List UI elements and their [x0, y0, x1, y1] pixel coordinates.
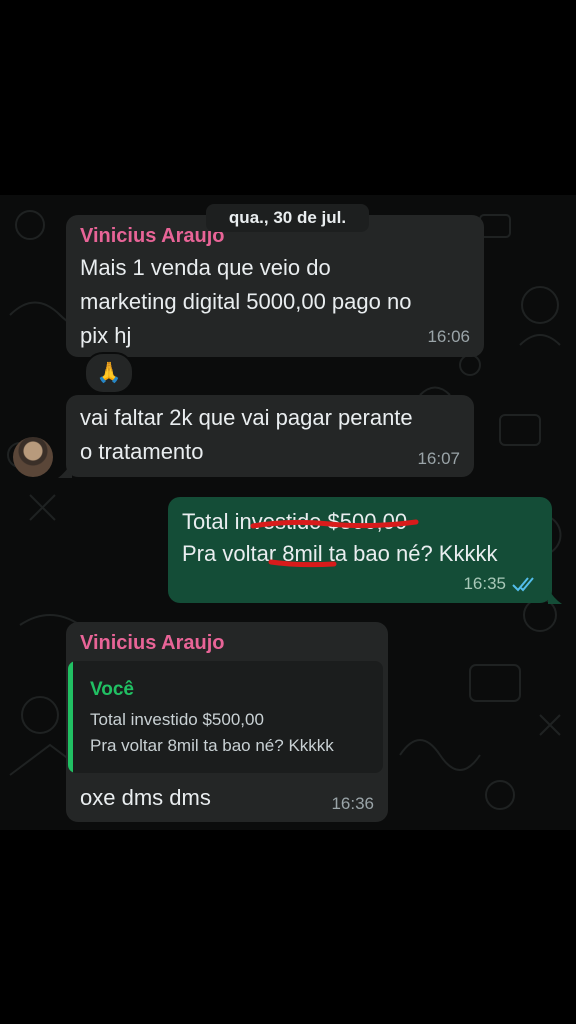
- reaction-badge[interactable]: 🙏: [84, 352, 134, 394]
- message-time: 16:36: [331, 794, 374, 813]
- message-text-line: marketing digital 5000,00 pago no: [80, 289, 412, 314]
- quote-text-line: Pra voltar 8mil ta bao né? Kkkkk: [90, 736, 334, 755]
- message-text-line: Pra voltar 8mil ta bao né? Kkkkk: [182, 541, 498, 566]
- red-underline-annotation: [250, 519, 419, 529]
- message-text-line: Mais 1 venda que veio do: [80, 255, 331, 280]
- outgoing-message-bubble[interactable]: Total investido $500,00 Pra voltar 8mil …: [168, 497, 552, 603]
- sender-name: Vinicius Araujo: [80, 225, 225, 247]
- date-separator: qua., 30 de jul.: [206, 204, 369, 232]
- quote-accent-bar: [68, 661, 73, 773]
- message-time: 16:35: [463, 574, 506, 593]
- sender-name: Vinicius Araujo: [80, 632, 225, 654]
- top-black-area: [0, 0, 576, 195]
- message-time: 16:07: [417, 449, 460, 468]
- incoming-message-bubble[interactable]: Vinicius Araujo Mais 1 venda que veio do…: [66, 215, 484, 357]
- message-text-line: vai faltar 2k que vai pagar perante: [80, 405, 413, 430]
- quote-author: Você: [90, 679, 135, 700]
- red-underline-annotation: [268, 559, 337, 568]
- avatar[interactable]: [13, 437, 53, 477]
- message-text-line: o tratamento: [80, 439, 204, 464]
- incoming-message-bubble[interactable]: vai faltar 2k que vai pagar perante o tr…: [66, 395, 474, 477]
- bottom-black-area: [0, 830, 576, 1024]
- message-text-line: pix hj: [80, 323, 132, 348]
- quoted-message[interactable]: Você Total investido $500,00 Pra voltar …: [68, 661, 383, 773]
- message-time: 16:06: [427, 327, 470, 346]
- bubble-tail: [548, 588, 562, 604]
- message-text-line: oxe dms dms: [80, 785, 211, 810]
- quote-text-line: Total investido $500,00: [90, 710, 264, 729]
- double-check-icon: [512, 577, 534, 592]
